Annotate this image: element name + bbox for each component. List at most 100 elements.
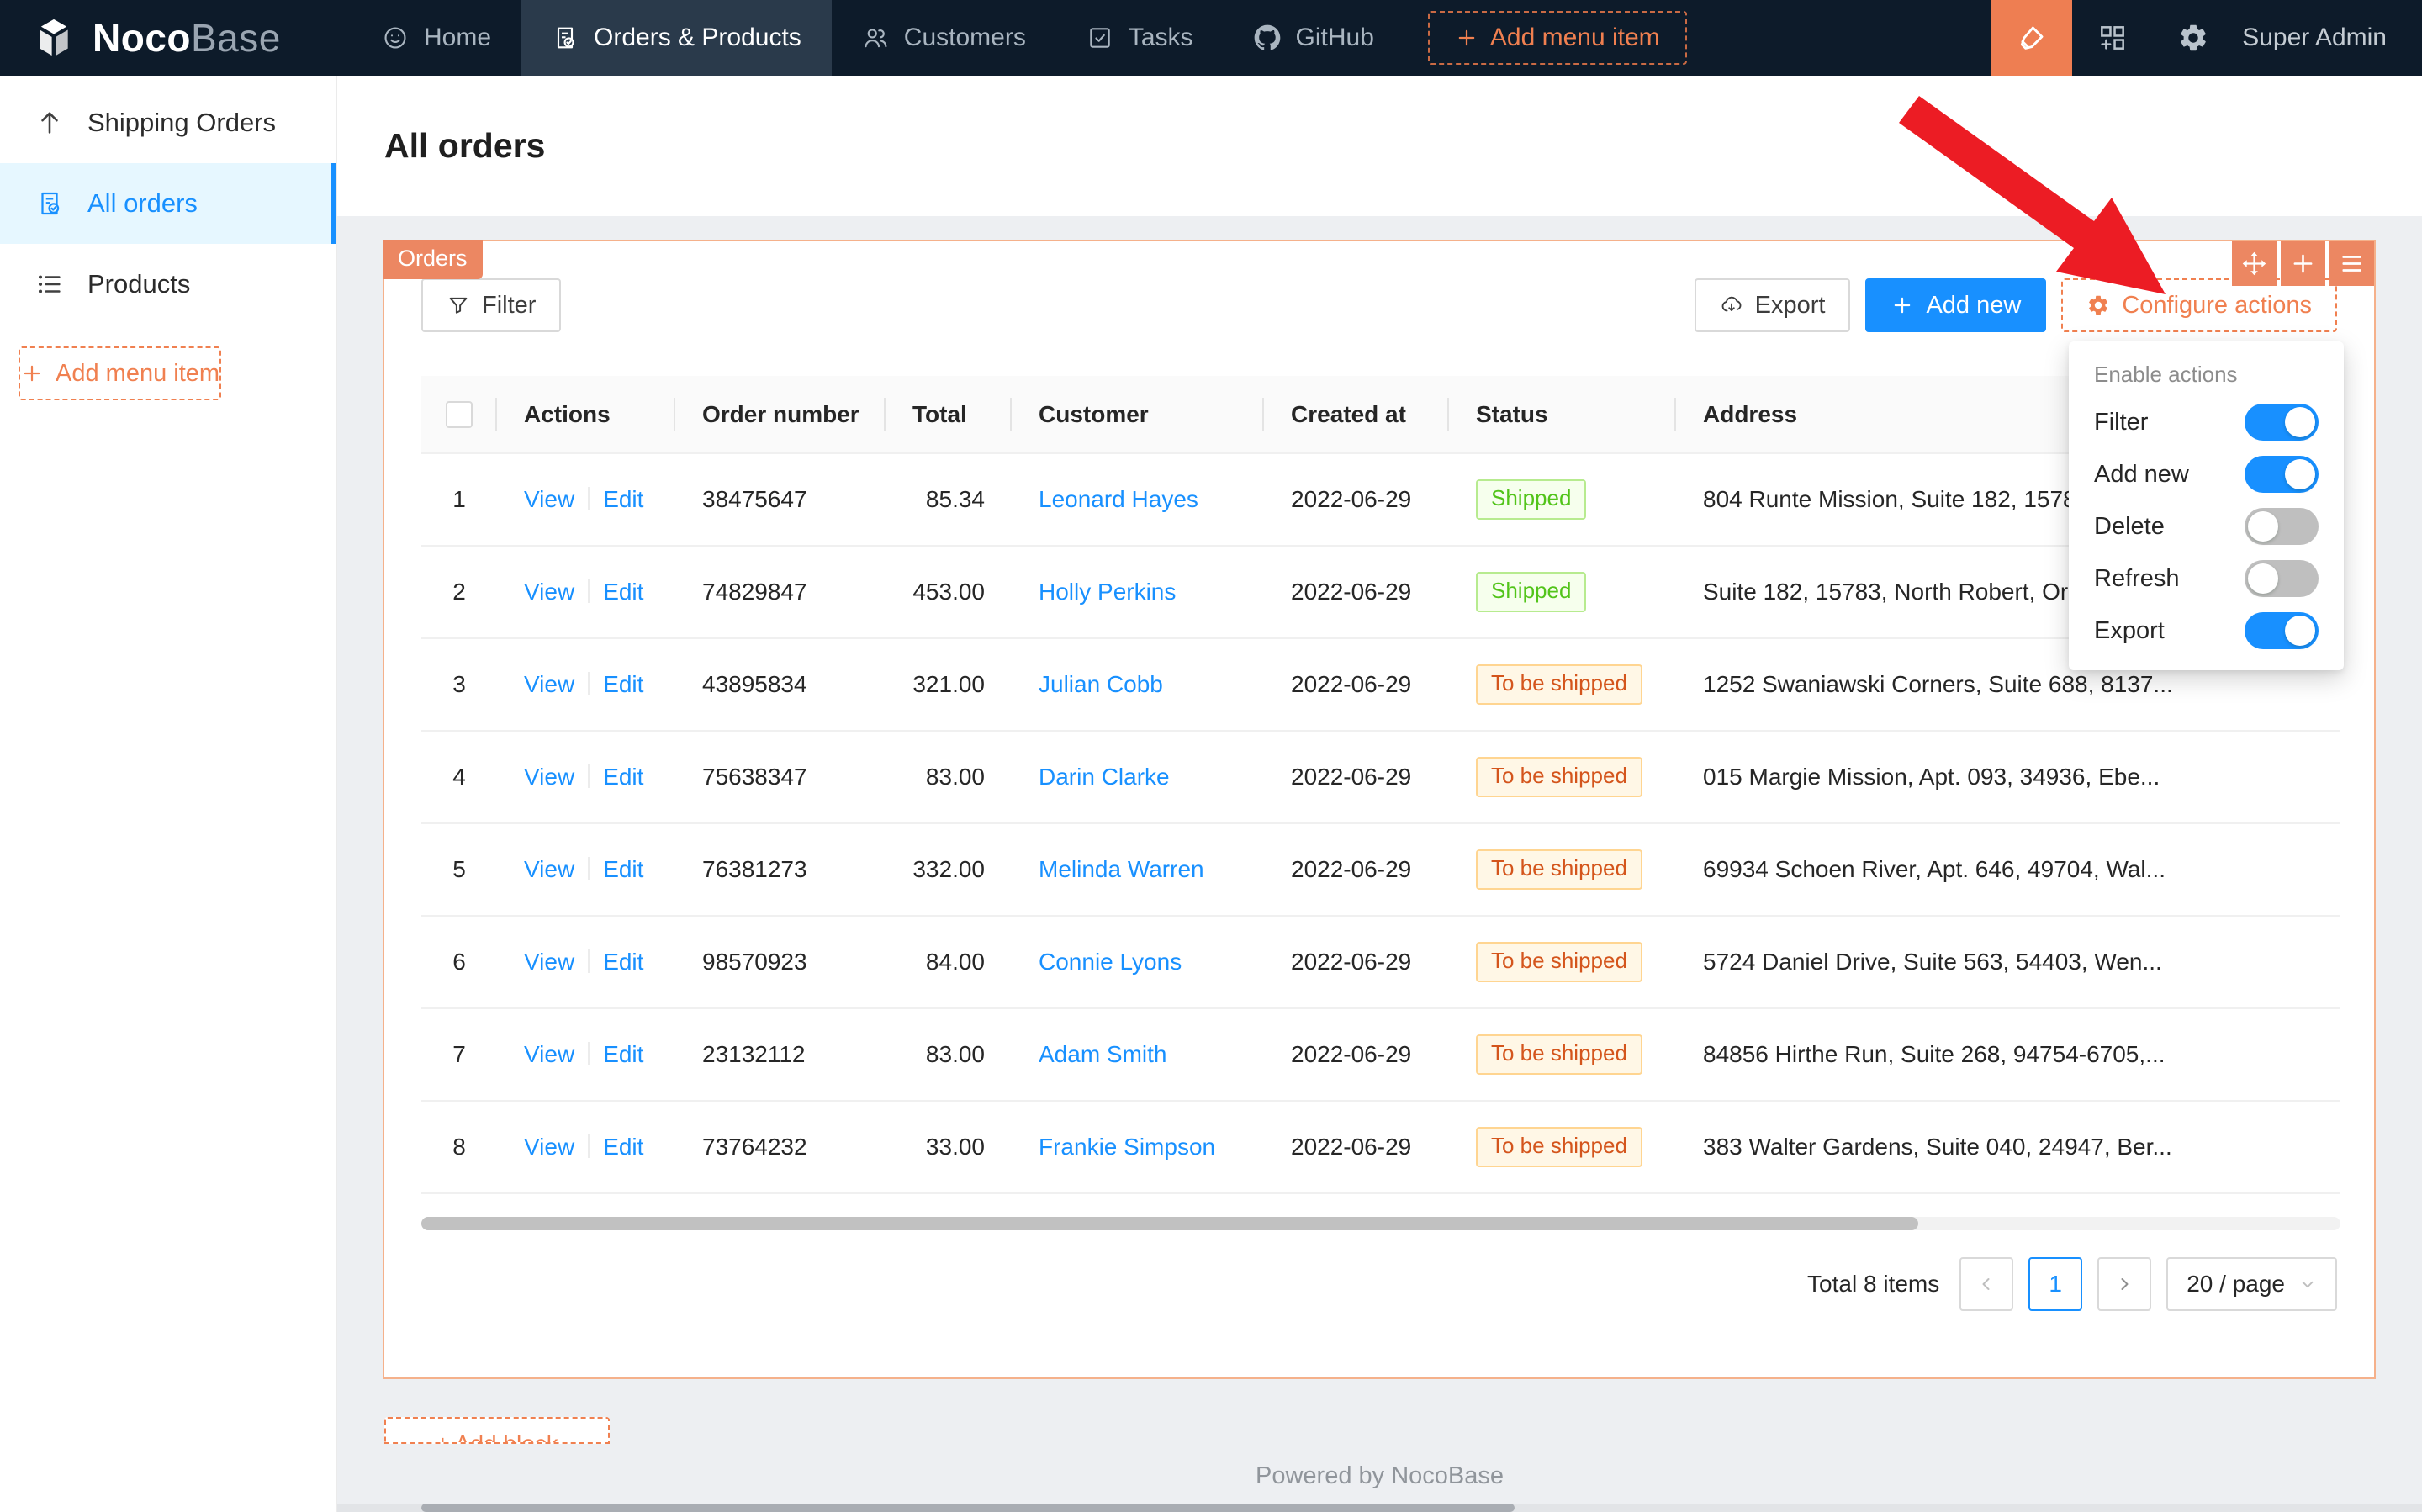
edit-link[interactable]: Edit [603, 579, 643, 605]
toggle-refresh[interactable] [2245, 560, 2319, 597]
view-link[interactable]: View [524, 486, 574, 512]
user-menu[interactable]: Super Admin [2234, 24, 2422, 52]
file-done-icon [552, 24, 579, 51]
toggle-add-new[interactable] [2245, 456, 2319, 493]
edit-link[interactable]: Edit [603, 671, 643, 697]
customer-link[interactable]: Melinda Warren [1039, 856, 1204, 882]
status-cell: To be shipped [1449, 1101, 1676, 1193]
add-new-button[interactable]: Add new [1865, 278, 2046, 332]
drag-handle[interactable] [2232, 241, 2277, 286]
column-header-actions: Actions [497, 376, 675, 453]
configure-actions-button[interactable]: Configure actions [2061, 278, 2337, 332]
edit-link[interactable]: Edit [603, 486, 643, 512]
nav-item-orders-products[interactable]: Orders & Products [521, 0, 832, 76]
status-cell: Shipped [1449, 453, 1676, 546]
actions-cell: View Edit [497, 1008, 675, 1101]
toggle-export[interactable] [2245, 612, 2319, 649]
nocobase-logo[interactable]: NocoBase [0, 0, 352, 76]
view-link[interactable]: View [524, 764, 574, 790]
edit-link[interactable]: Edit [603, 1134, 643, 1160]
plus-icon [1891, 293, 1914, 317]
customer-link[interactable]: Leonard Hayes [1039, 486, 1198, 512]
created-at-cell: 2022-06-29 [1264, 1008, 1449, 1101]
ui-editor-button[interactable] [1991, 0, 2072, 76]
block-menu-button[interactable] [2329, 241, 2374, 286]
navbar-add-menu-item-button[interactable]: Add menu item [1428, 11, 1687, 65]
column-header-customer: Customer [1012, 376, 1264, 453]
total-cell: 33.00 [886, 1101, 1012, 1193]
status-cell: To be shipped [1449, 1008, 1676, 1101]
select-all-header [421, 376, 497, 453]
export-button[interactable]: Export [1695, 278, 1851, 332]
settings-button[interactable] [2153, 0, 2234, 76]
address-cell: 84856 Hirthe Run, Suite 268, 94754-6705,… [1676, 1008, 2340, 1101]
status-tag: To be shipped [1476, 1034, 1642, 1074]
customer-link[interactable]: Adam Smith [1039, 1041, 1167, 1067]
edit-link[interactable]: Edit [603, 949, 643, 975]
sidebar-add-menu-item-button[interactable]: Add menu item [19, 346, 221, 400]
total-cell: 321.00 [886, 638, 1012, 731]
created-at-cell: 2022-06-29 [1264, 546, 1449, 638]
total-cell: 85.34 [886, 453, 1012, 546]
edit-link[interactable]: Edit [603, 1041, 643, 1067]
select-all-checkbox[interactable] [446, 401, 473, 428]
enable-action-row-filter: Filter [2069, 396, 2344, 448]
customer-link[interactable]: Frankie Simpson [1039, 1134, 1215, 1160]
customer-link[interactable]: Connie Lyons [1039, 949, 1182, 975]
toggle-knob [2285, 459, 2315, 489]
nav-item-customers[interactable]: Customers [832, 0, 1056, 76]
nav-item-tasks[interactable]: Tasks [1056, 0, 1224, 76]
page-horizontal-scrollbar[interactable] [421, 1504, 1515, 1512]
created-at-cell: 2022-06-29 [1264, 453, 1449, 546]
view-link[interactable]: View [524, 579, 574, 605]
customer-cell: Leonard Hayes [1012, 453, 1264, 546]
status-tag: To be shipped [1476, 664, 1642, 704]
view-link[interactable]: View [524, 1134, 574, 1160]
sidebar-item-shipping-orders[interactable]: Shipping Orders [0, 82, 336, 163]
row-index: 7 [421, 1008, 497, 1101]
customer-link[interactable]: Darin Clarke [1039, 764, 1170, 790]
table-toolbar: Filter Export Add new Configure actions [421, 278, 2337, 332]
add-block-button[interactable]: + Add block [384, 1417, 610, 1444]
plugins-button[interactable] [2072, 0, 2153, 76]
column-header-status: Status [1449, 376, 1676, 453]
plus-icon [1455, 26, 1478, 50]
enable-action-label: Export [2094, 617, 2165, 645]
page-size-select[interactable]: 20 / page [2166, 1257, 2337, 1311]
customer-link[interactable]: Julian Cobb [1039, 671, 1163, 697]
pagination-next-button[interactable] [2097, 1257, 2151, 1311]
address-cell: 015 Margie Mission, Apt. 093, 34936, Ebe… [1676, 731, 2340, 823]
enable-action-row-add-new: Add new [2069, 448, 2344, 500]
block-add-button[interactable] [2281, 241, 2325, 286]
status-cell: To be shipped [1449, 731, 1676, 823]
enable-actions-dropdown: Enable actions FilterAdd newDeleteRefres… [2069, 341, 2344, 670]
pagination-page-1[interactable]: 1 [2028, 1257, 2082, 1311]
status-tag: To be shipped [1476, 942, 1642, 981]
pagination-prev-button[interactable] [1959, 1257, 2013, 1311]
table-row: 6ViewEdit9857092384.00Connie Lyons2022-0… [421, 916, 2340, 1008]
edit-link[interactable]: Edit [603, 764, 643, 790]
sidebar-item-all-orders[interactable]: All orders [0, 163, 336, 244]
nav-item-github[interactable]: GitHub [1224, 0, 1404, 76]
toggle-delete[interactable] [2245, 508, 2319, 545]
enable-action-row-delete: Delete [2069, 500, 2344, 552]
enable-action-label: Delete [2094, 513, 2165, 541]
row-index: 1 [421, 453, 497, 546]
edit-link[interactable]: Edit [603, 856, 643, 882]
table-horizontal-scrollbar[interactable] [421, 1217, 1918, 1230]
toggle-filter[interactable] [2245, 404, 2319, 441]
view-link[interactable]: View [524, 949, 574, 975]
view-link[interactable]: View [524, 856, 574, 882]
divider [588, 487, 590, 510]
order-number-cell: 98570923 [675, 916, 886, 1008]
customer-link[interactable]: Holly Perkins [1039, 579, 1176, 605]
view-link[interactable]: View [524, 1041, 574, 1067]
add-block-label: + Add block [386, 1430, 608, 1444]
enable-actions-header: Enable actions [2069, 341, 2344, 396]
smile-icon [382, 24, 409, 51]
order-number-cell: 38475647 [675, 453, 886, 546]
filter-button[interactable]: Filter [421, 278, 561, 332]
sidebar-item-products[interactable]: Products [0, 244, 336, 325]
nav-item-home[interactable]: Home [352, 0, 521, 76]
view-link[interactable]: View [524, 671, 574, 697]
